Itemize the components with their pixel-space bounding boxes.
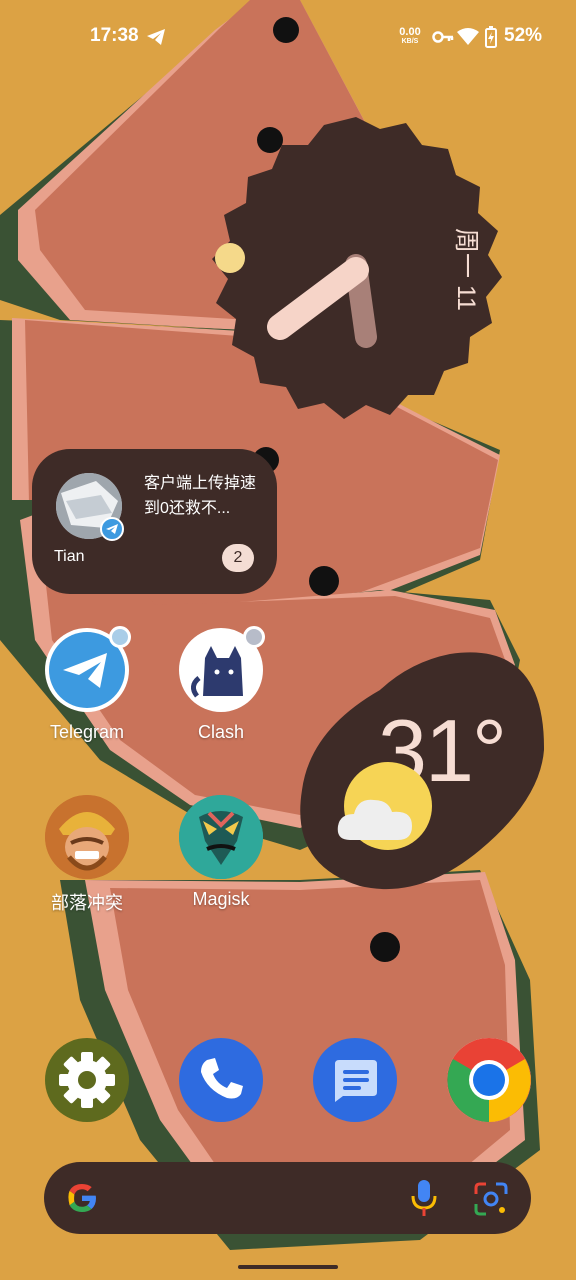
magisk-mask-icon [179,795,263,879]
unread-count-badge: 2 [222,544,254,572]
conversation-message: 客户端上传掉速到0还救不... [144,475,257,517]
app-messages[interactable] [313,1038,397,1122]
app-chrome[interactable] [447,1038,531,1122]
messages-icon [335,1060,377,1102]
settings-gear-icon [59,1052,115,1108]
app-clash[interactable]: Clash [161,626,281,743]
app-label: Clash [197,722,245,742]
app-magisk[interactable]: Magisk [161,795,281,910]
battery-percent: 52% [504,25,543,46]
chrome-icon [447,1038,531,1122]
conversation-widget[interactable]: 客户端上传掉速到0还救不... Tian 2 [32,449,277,594]
barbarian-icon [45,795,129,879]
mic-icon[interactable] [410,1178,438,1218]
app-clash-of-clans[interactable]: 部落冲突 [27,795,147,915]
app-telegram[interactable]: Telegram [27,626,147,743]
clock-date: 周一 11 [452,228,480,311]
telegram-icon [45,626,131,712]
status-time: 17:38 [90,25,139,46]
navigation-handle[interactable] [238,1265,338,1269]
phone-icon [201,1058,243,1099]
battery-charging-icon [485,26,497,48]
wifi-icon [457,28,479,45]
google-g-icon [68,1184,96,1212]
clock-dot [215,243,245,273]
partly-cloudy-icon [337,762,432,850]
telegram-icon [147,29,165,45]
vpn-key-icon [432,31,454,43]
net-speed: 0.00 KB/S [393,27,427,47]
notification-dot [109,626,131,648]
app-label: Magisk [192,889,250,909]
app-settings[interactable] [45,1038,129,1122]
status-bar: 17:38 0.00 KB/S 52% [0,0,576,72]
net-speed-unit: KB/S [401,38,419,45]
telegram-badge-icon [100,517,124,541]
app-label: 部落冲突 [51,893,123,913]
conversation-sender: Tian [54,548,85,565]
notification-dot [243,626,265,648]
google-search-bar[interactable] [44,1162,531,1234]
app-label: Telegram [49,722,125,742]
app-phone[interactable] [179,1038,263,1122]
lens-icon[interactable] [474,1182,508,1216]
cat-icon [179,626,265,712]
